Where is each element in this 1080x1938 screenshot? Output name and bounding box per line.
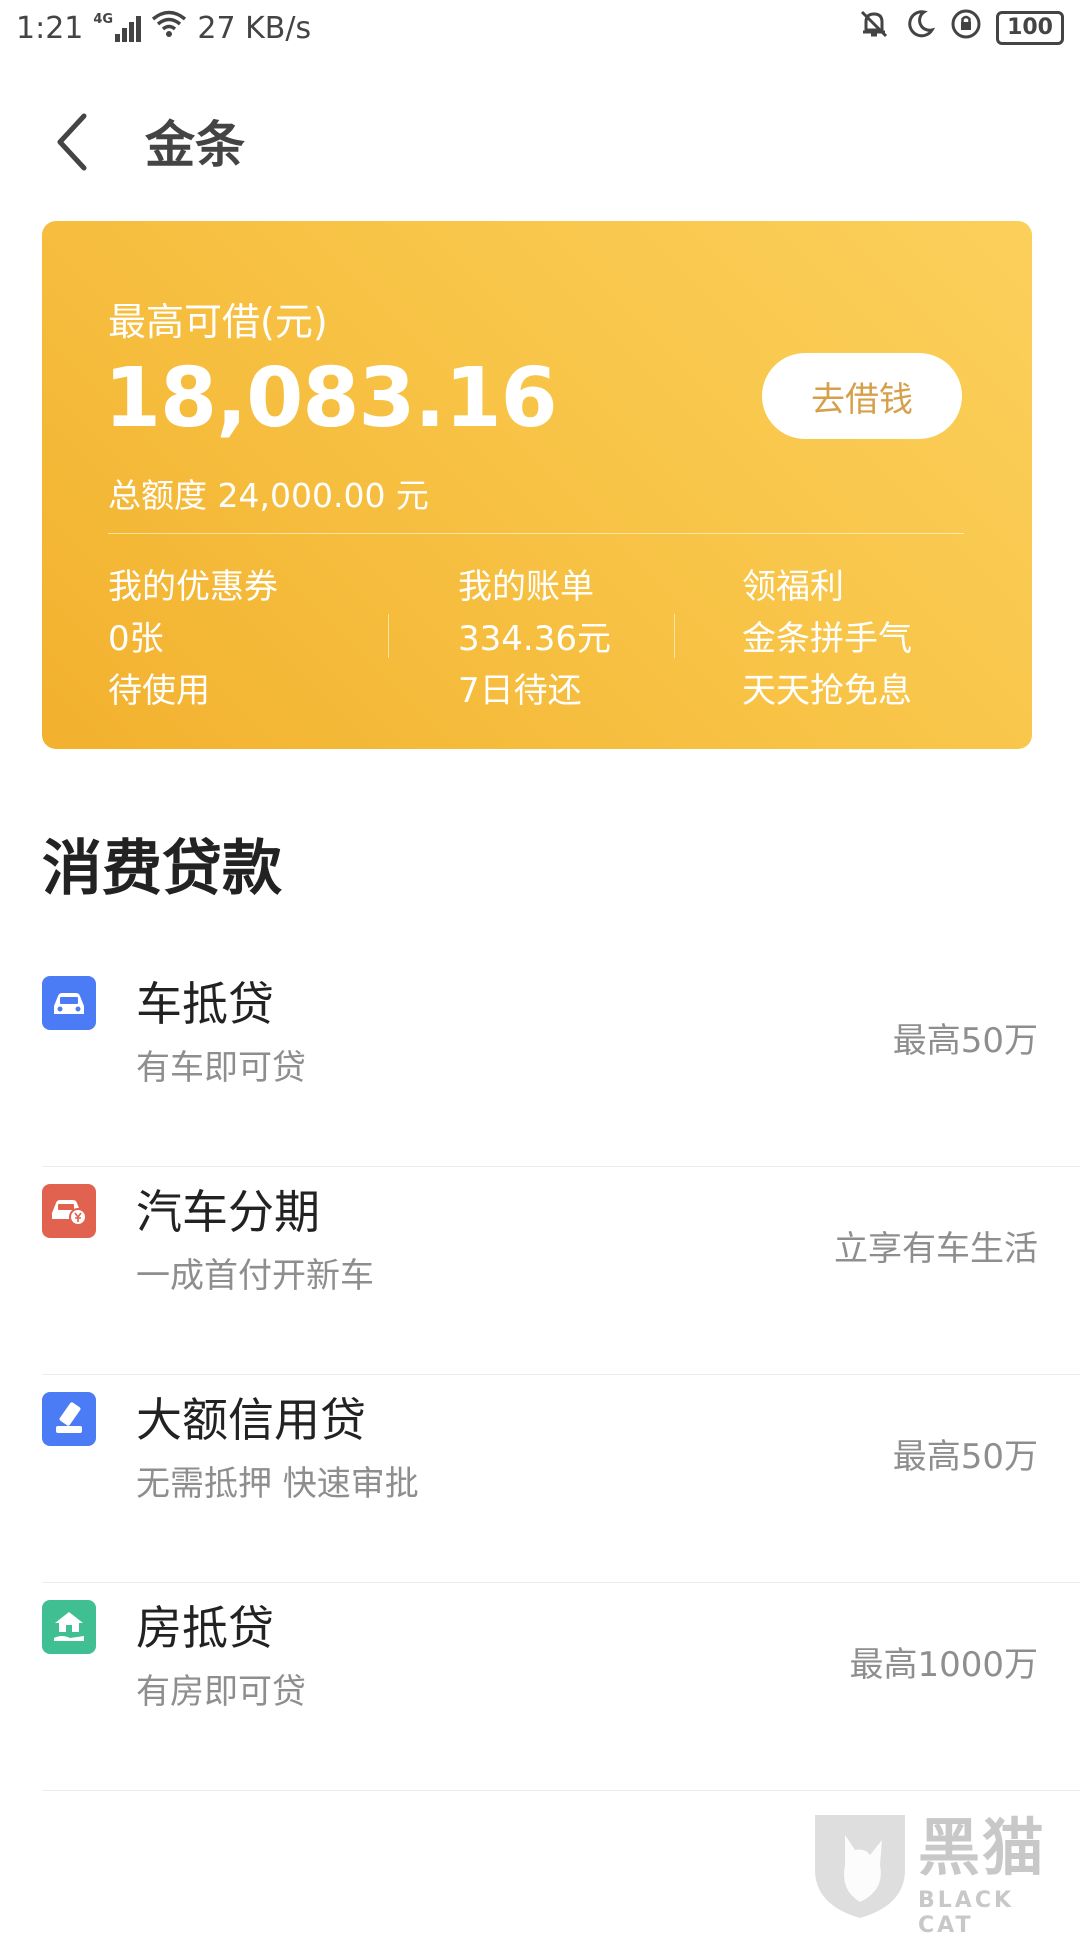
stat-divider xyxy=(674,614,675,658)
bill-due: 7日待还 xyxy=(458,671,582,711)
chevron-left-icon xyxy=(57,113,87,171)
watermark-english: BLACK CAT xyxy=(918,1888,1015,1938)
network-type: 4G xyxy=(93,12,114,27)
loan-limit: 最高50万 xyxy=(892,1437,1038,1477)
signal-icon: 4G xyxy=(93,12,142,42)
battery-icon: 100 xyxy=(996,11,1064,45)
welfare-line2: 天天抢免息 xyxy=(742,671,912,711)
black-cat-watermark: 黑猫 BLACK CAT xyxy=(810,1810,1080,1938)
status-bar: 1:21 4G 27 KB/s 100 xyxy=(0,0,1080,56)
wifi-icon xyxy=(151,10,187,46)
loan-tagline: 立享有车生活 xyxy=(834,1229,1038,1269)
stat-divider xyxy=(388,614,389,658)
back-button[interactable] xyxy=(42,107,102,177)
bill-stat[interactable]: 我的账单 334.36元 7日待还 xyxy=(458,561,611,717)
max-borrow-amount: 18,083.16 xyxy=(104,351,558,446)
welfare-stat[interactable]: 领福利 金条拼手气 天天抢免息 xyxy=(742,561,912,717)
bill-title: 我的账单 xyxy=(458,567,594,607)
loan-title: 车抵贷 xyxy=(136,977,274,1031)
loan-title: 房抵贷 xyxy=(136,1601,274,1655)
loan-title: 大额信用贷 xyxy=(136,1393,366,1447)
rotation-lock-icon xyxy=(950,8,982,48)
loan-subtitle: 有房即可贷 xyxy=(136,1672,306,1712)
top-bar: 金条 xyxy=(0,95,1080,185)
coupon-stat[interactable]: 我的优惠券 0张 待使用 xyxy=(108,561,278,717)
house-hand-icon xyxy=(42,1600,96,1654)
loan-limit: 最高50万 xyxy=(892,1021,1038,1061)
status-left: 1:21 4G 27 KB/s xyxy=(16,10,311,46)
loan-subtitle: 无需抵押 快速审批 xyxy=(136,1464,419,1504)
bill-amount: 334.36元 xyxy=(458,619,611,659)
welfare-title: 领福利 xyxy=(742,567,844,607)
loan-item-car-mortgage[interactable]: 车抵贷 有车即可贷 最高50万 xyxy=(42,958,1080,1167)
bell-muted-icon xyxy=(858,8,890,48)
section-title: 消费贷款 xyxy=(42,834,282,904)
loan-item-credit-loan[interactable]: 大额信用贷 无需抵押 快速审批 最高50万 xyxy=(42,1374,1080,1583)
credit-card: 最高可借(元) 18,083.16 总额度 24,000.00 元 去借钱 我的… xyxy=(42,221,1032,749)
card-divider xyxy=(108,533,964,534)
status-right: 100 xyxy=(858,8,1064,48)
loan-subtitle: 一成首付开新车 xyxy=(136,1256,374,1296)
loan-limit: 最高1000万 xyxy=(849,1645,1038,1685)
watermark-chinese: 黑猫 xyxy=(918,1811,1047,1884)
total-credit: 总额度 24,000.00 元 xyxy=(108,476,429,515)
coupon-title: 我的优惠券 xyxy=(108,567,278,607)
loan-item-car-installment[interactable]: 汽车分期 一成首付开新车 立享有车生活 xyxy=(42,1166,1080,1375)
borrow-button[interactable]: 去借钱 xyxy=(762,353,962,439)
page-title: 金条 xyxy=(145,116,245,174)
cat-shield-icon xyxy=(815,1815,905,1918)
coupon-count: 0张 xyxy=(108,619,164,659)
coupon-status: 待使用 xyxy=(108,671,210,711)
loan-item-house-mortgage[interactable]: 房抵贷 有房即可贷 最高1000万 xyxy=(42,1582,1080,1791)
car-icon xyxy=(42,976,96,1030)
status-time: 1:21 xyxy=(16,10,84,46)
welfare-line1: 金条拼手气 xyxy=(742,619,912,659)
car-yuan-icon xyxy=(42,1184,96,1238)
network-speed: 27 KB/s xyxy=(197,10,312,46)
max-borrow-label: 最高可借(元) xyxy=(108,300,328,344)
loan-title: 汽车分期 xyxy=(136,1185,320,1239)
card-stamp-icon xyxy=(42,1392,96,1446)
loan-subtitle: 有车即可贷 xyxy=(136,1048,306,1088)
moon-icon xyxy=(904,8,936,48)
